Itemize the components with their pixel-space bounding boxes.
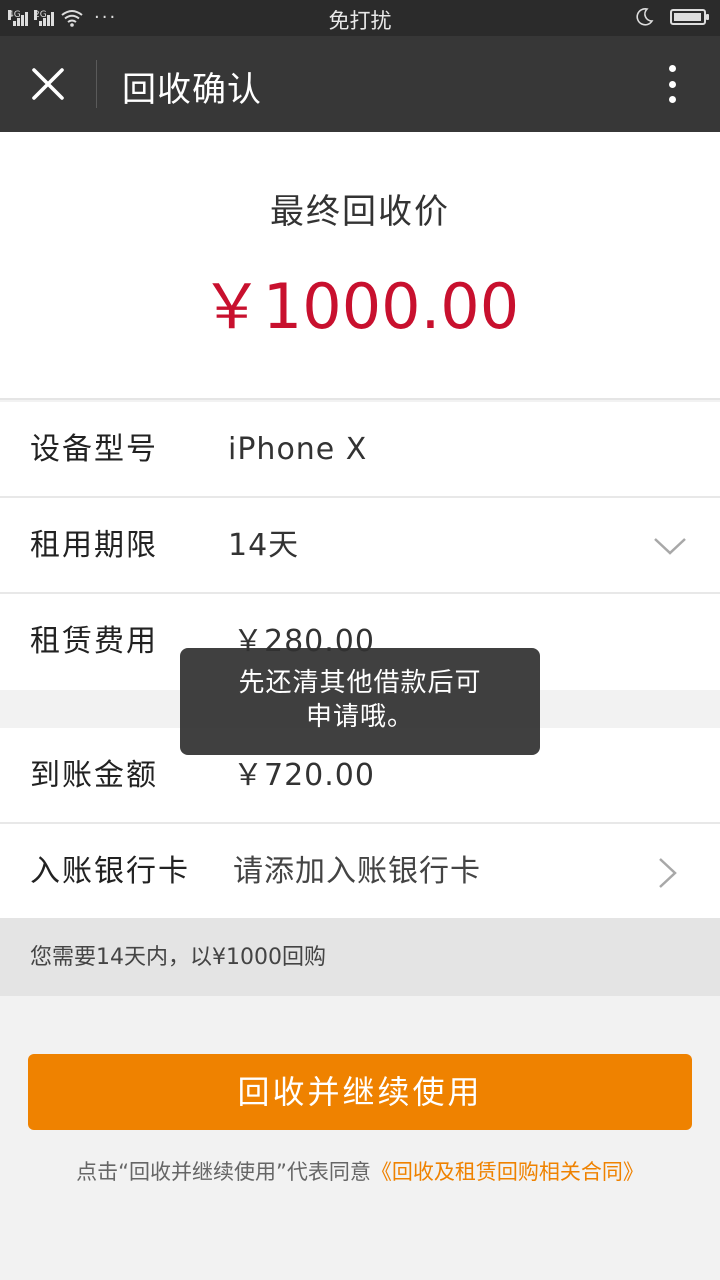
final-price-label: 最终回收价 [270,192,450,232]
device-model-value: iPhone X [228,432,368,467]
battery-icon [670,9,709,25]
agreement-prefix: 点击“回收并继续使用”代表同意 [76,1160,371,1184]
bank-card-label: 入账银行卡 [30,854,190,889]
chevron-right-icon[interactable] [656,856,680,890]
chevron-down-icon[interactable] [652,532,688,560]
toast-line-1: 先还清其他借款后可 [238,668,482,698]
recycle-continue-button[interactable]: 回收并继续使用 [28,1054,692,1130]
more-dot-icon [668,80,676,88]
toast-message: 先还清其他借款后可 申请哦。 [180,648,540,755]
device-model-row: 设备型号 iPhone X [0,402,720,498]
agreement-text: 点击“回收并继续使用”代表同意《回收及租赁回购相关合同》 [0,1156,720,1186]
more-menu-button[interactable] [652,60,692,108]
final-price-value: ￥1000.00 [200,270,520,343]
contract-link[interactable]: 《回收及租赁回购相关合同》 [371,1160,644,1184]
status-bar: 4G 2G ··· 免打扰 [0,0,720,36]
more-dot-icon [668,96,676,103]
rental-fee-label: 租赁费用 [30,624,158,659]
app-header: 回收确认 [0,36,720,132]
battery-level [674,13,701,21]
final-price-section: 最终回收价 ￥1000.00 [0,132,720,400]
toast-line-2: 申请哦。 [305,702,414,732]
payout-amount-label: 到账金额 [30,758,158,793]
close-icon [32,68,64,100]
bank-card-row[interactable]: 入账银行卡 请添加入账银行卡 [0,824,720,920]
do-not-disturb-moon-icon [636,8,654,26]
device-details-group: 设备型号 iPhone X 租用期限 14天 租赁费用 ￥280.00 [0,402,720,690]
payout-group: 到账金额 ￥720.00 入账银行卡 请添加入账银行卡 [0,728,720,920]
close-button[interactable] [20,56,76,112]
device-model-label: 设备型号 [30,432,158,467]
buyback-note-text: 您需要14天内，以¥1000回购 [30,945,326,970]
status-center-text: 免打扰 [328,9,392,33]
buyback-note: 您需要14天内，以¥1000回购 [0,918,720,996]
rental-term-label: 租用期限 [30,528,158,563]
page-title: 回收确认 [122,70,262,110]
header-divider [96,60,97,108]
rental-term-value[interactable]: 14天 [228,498,299,594]
bank-card-placeholder[interactable]: 请添加入账银行卡 [233,824,481,920]
status-bar-right [634,7,709,27]
more-dot-icon [668,65,676,72]
rental-term-row[interactable]: 租用期限 14天 [0,498,720,594]
